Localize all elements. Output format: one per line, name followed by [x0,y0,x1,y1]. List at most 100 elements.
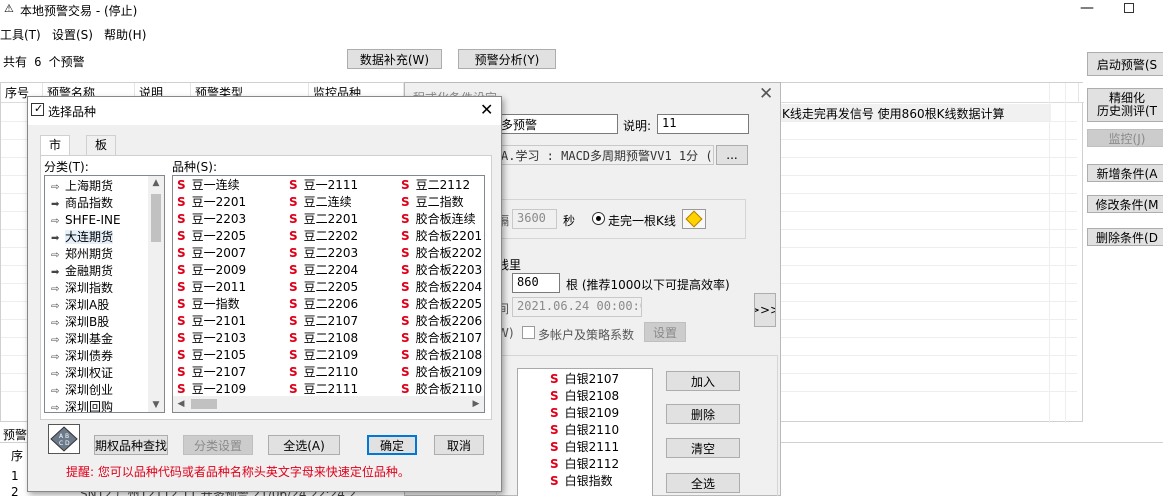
remove-symbol-button[interactable]: 删除 [666,404,740,424]
variety-item[interactable]: S 豆一2103 [177,330,246,347]
variety-item[interactable]: S 豆一2107 [177,364,246,381]
variety-item[interactable]: S 胶合板2206 [401,313,482,330]
bars-input[interactable]: 860 [512,273,560,293]
category-item[interactable]: ⇨ 深圳A股 [51,297,109,314]
menu-tools[interactable]: 工具(T) [0,26,41,43]
category-item[interactable]: ⇨ 上海期货 [51,178,113,195]
cancel-button[interactable]: 取消 [434,435,484,455]
variety-item[interactable]: S 胶合板2204 [401,279,482,296]
list-item[interactable]: S 白银2109 [550,405,619,422]
variety-item[interactable]: S 豆二2109 [289,347,358,364]
variety-item[interactable]: S 豆二2206 [289,296,358,313]
start-date-field[interactable]: 2021.06.24 00:00:00 [512,297,642,317]
category-item[interactable]: ⇨ SHFE-INE [51,212,121,229]
tab-market[interactable]: 市场 [40,135,71,170]
variety-item[interactable]: S 豆二2108 [289,330,358,347]
category-item[interactable]: ➡ 商品指数 [51,195,113,212]
maximize-icon[interactable] [1124,3,1134,13]
variety-item[interactable]: S 豆二2204 [289,262,358,279]
add-condition-button[interactable]: 新增条件(A [1087,164,1163,182]
variety-item[interactable]: S 豆一连续 [177,177,240,194]
list-item[interactable]: S 白银2112 [550,456,619,473]
variety-item[interactable]: S 胶合板2205 [401,296,482,313]
select-all-button[interactable]: 全选(A) [268,435,340,455]
menu-settings[interactable]: 设置(S) [52,26,93,43]
list-item[interactable]: S 白银2111 [550,439,619,456]
category-scrollbar[interactable]: ▲ ▼ [148,176,164,412]
variety-list[interactable]: S 豆一连续 S 豆一2201 S 豆一2203 S 豆一2205 S 豆一2007 S 豆一2009… [172,175,485,413]
variety-item[interactable]: S 豆一2111 [289,177,358,194]
list-item[interactable]: S 白银2107 [550,371,619,388]
scroll-right-icon[interactable]: ▶ [468,399,484,409]
ok-button[interactable]: 确定 [367,435,417,455]
scroll-left-icon[interactable]: ◀ [173,399,189,409]
list-item[interactable]: S 白银2110 [550,422,619,439]
table-row[interactable]: K线走完再发信号 使用860根K线数据计算 [778,104,1051,121]
category-list[interactable]: ⇨ 上海期货 ➡ 商品指数 ⇨ SHFE-INE ➡ 大连期货 ⇨ 郑州期货 ➡ 金融期货 … [44,175,165,413]
warning-diamond-icon[interactable] [682,209,706,229]
variety-item[interactable]: S 胶合板2202 [401,245,482,262]
kline-option-label[interactable]: 走完一根K线 [608,212,676,229]
category-item[interactable]: ⇨ 深圳创业 [51,382,113,399]
desc-input[interactable]: 11 [657,114,749,134]
list-item[interactable]: S 白银指数 [550,473,613,490]
variety-item[interactable]: S 胶合板2201 [401,228,482,245]
keyboard-icon[interactable]: A B C D [48,424,80,454]
variety-item[interactable]: S 豆一2205 [177,228,246,245]
formula-field[interactable]: A.学习 : MACD多周期预警VV1 1分 () [496,145,714,165]
formula-browse-button[interactable]: ... [716,145,748,165]
variety-item[interactable]: S 豆二2203 [289,245,358,262]
variety-item[interactable]: S 豆一2105 [177,347,246,364]
variety-item[interactable]: S 豆二2201 [289,211,358,228]
col-extra[interactable] [1049,83,1079,103]
scroll-down-icon[interactable]: ▼ [148,400,164,410]
monitor-button[interactable]: 监控(J) [1087,129,1163,147]
variety-item[interactable]: S 豆二2110 [289,364,358,381]
kline-radio[interactable] [592,212,605,225]
category-item[interactable]: ⇨ 深圳债券 [51,348,113,365]
variety-item[interactable]: S 豆二2112 [401,177,470,194]
multi-account-checkbox[interactable] [522,326,535,339]
category-item[interactable]: ⇨ 深圳基金 [51,331,113,348]
selected-symbols-list[interactable]: S 白银2107 S 白银2108 S 白银2109 S 白银2110 S 白银2111 … [517,368,653,496]
expand-button[interactable]: >>> [754,293,776,327]
category-item[interactable]: ➡ 金融期货 [51,263,113,280]
bottom-row-1[interactable]: 1 [11,469,19,483]
add-symbol-button[interactable]: 加入 [666,371,740,391]
program-close-icon[interactable]: ✕ [759,84,773,104]
category-item[interactable]: ⇨ 深圳回购 [51,399,113,412]
bottom-row-2[interactable]: 2 [11,485,19,496]
refine-backtest-button[interactable]: 精细化 历史测评(T [1087,88,1163,122]
variety-item[interactable]: S 胶合板2109 [401,364,482,381]
delete-condition-button[interactable]: 删除条件(D [1087,228,1163,246]
variety-item[interactable]: S 胶合板连续 [401,211,476,228]
dialog-close-icon[interactable]: ✕ [480,100,493,119]
category-settings-button[interactable]: 分类设置 [183,435,253,455]
data-fill-button[interactable]: 数据补充(W) [347,49,442,69]
tab-sector[interactable]: 板块 [86,135,117,170]
clear-symbols-button[interactable]: 清空 [666,438,740,458]
category-item[interactable]: ⇨ 深圳指数 [51,280,113,297]
scroll-up-icon[interactable]: ▲ [148,178,164,188]
variety-item[interactable]: S 豆一指数 [177,296,240,313]
variety-item[interactable]: S 胶合板2107 [401,330,482,347]
minimize-icon[interactable]: — [1080,0,1094,16]
interval-input[interactable]: 3600 [512,209,557,229]
variety-item[interactable]: S 豆二指数 [401,194,464,211]
variety-item[interactable]: S 胶合板2203 [401,262,482,279]
variety-item[interactable]: S 豆一2203 [177,211,246,228]
variety-item[interactable]: S 豆一2201 [177,194,246,211]
variety-item[interactable]: S 豆二连续 [289,194,352,211]
modify-condition-button[interactable]: 修改条件(M [1087,195,1163,213]
category-item[interactable]: ⇨ 深圳权证 [51,365,113,382]
variety-item[interactable]: S 豆一2009 [177,262,246,279]
category-item[interactable]: ⇨ 郑州期货 [51,246,113,263]
category-scroll-thumb[interactable] [151,194,161,242]
variety-item[interactable]: S 豆一2101 [177,313,246,330]
variety-item[interactable]: S 豆一2007 [177,245,246,262]
variety-item[interactable]: S 胶合板2108 [401,347,482,364]
start-alert-button[interactable]: 启动预警(S [1087,52,1163,76]
category-item[interactable]: ➡ 大连期货 [51,229,114,246]
menu-help[interactable]: 帮助(H) [104,26,146,43]
list-item[interactable]: S 白银2108 [550,388,619,405]
